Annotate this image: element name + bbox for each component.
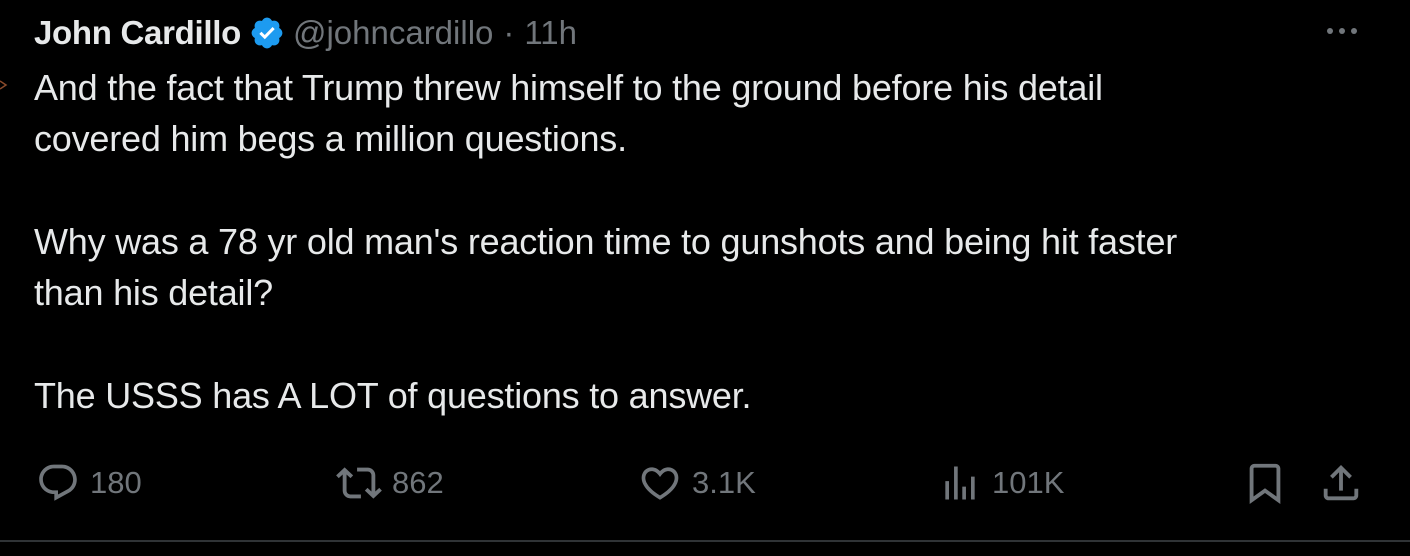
tweet-text: And the fact that Trump threw himself to… xyxy=(34,62,1364,421)
divider xyxy=(0,540,1410,542)
share-icon xyxy=(1318,460,1364,506)
views-icon xyxy=(938,461,982,505)
heart-icon xyxy=(638,461,682,505)
header-separator: · xyxy=(503,14,515,51)
like-button[interactable]: 3.1K xyxy=(638,458,756,508)
edge-indicator xyxy=(0,80,8,90)
views-count: 101K xyxy=(992,465,1065,500)
tweet-line: than his detail? xyxy=(34,272,273,313)
tweet-timestamp[interactable]: 11h xyxy=(524,14,577,52)
like-count: 3.1K xyxy=(692,465,756,500)
reply-count: 180 xyxy=(90,465,142,500)
more-options-icon[interactable] xyxy=(1320,16,1364,46)
author-display-name[interactable]: John Cardillo xyxy=(34,14,241,52)
bookmark-button[interactable] xyxy=(1242,458,1288,508)
tweet-line: covered him begs a million questions. xyxy=(34,118,627,159)
tweet-line: Why was a 78 yr old man's reaction time … xyxy=(34,221,1178,262)
tweet-line: And the fact that Trump threw himself to… xyxy=(34,67,1103,108)
bookmark-icon xyxy=(1242,460,1288,506)
tweet-header: John Cardillo @johncardillo · 11h xyxy=(34,12,577,54)
views-button[interactable]: 101K xyxy=(938,458,1064,508)
reply-icon xyxy=(36,461,80,505)
repost-icon xyxy=(336,460,382,506)
share-button[interactable] xyxy=(1318,458,1364,508)
tweet-action-bar: 180 862 3.1K 101K xyxy=(0,458,1410,508)
verified-badge-icon xyxy=(249,15,285,51)
tweet-card: John Cardillo @johncardillo · 11h And th… xyxy=(0,0,1410,556)
reply-button[interactable]: 180 xyxy=(36,458,142,508)
tweet-line: The USSS has A LOT of questions to answe… xyxy=(34,375,752,416)
repost-count: 862 xyxy=(392,465,444,500)
repost-button[interactable]: 862 xyxy=(336,458,444,508)
author-handle[interactable]: @johncardillo xyxy=(293,14,493,52)
